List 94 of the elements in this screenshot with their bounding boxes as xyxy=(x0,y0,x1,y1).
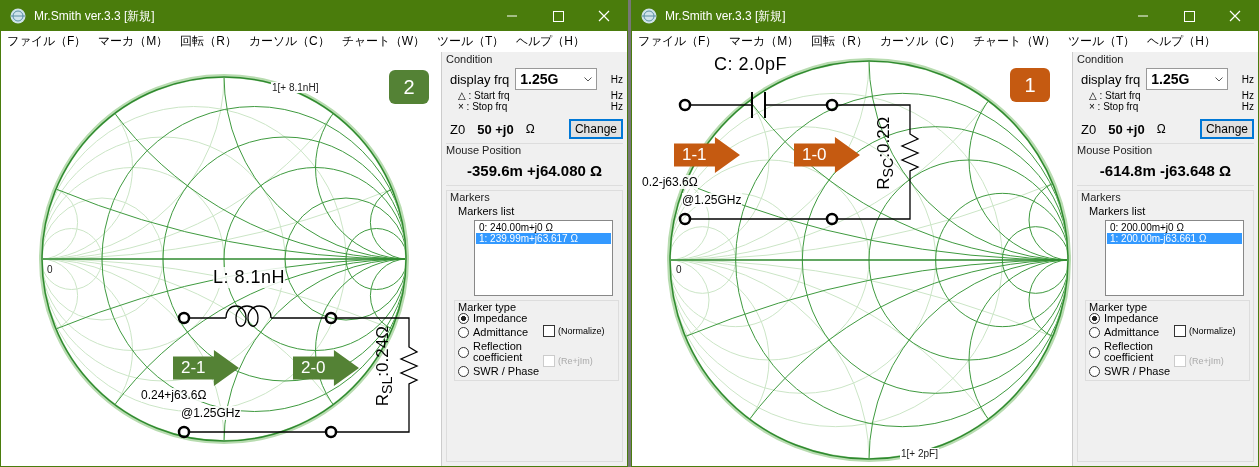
group-title: Markers xyxy=(450,191,491,203)
menu-item[interactable]: マーカ（M） xyxy=(98,33,169,50)
mouse-position-value: -359.6m +j64.080 Ω xyxy=(465,162,603,179)
radio-icon[interactable] xyxy=(1089,327,1100,338)
menu-item[interactable]: ツール（T） xyxy=(1068,33,1136,50)
field-label: display frq xyxy=(1080,71,1141,87)
list-label: Markers list xyxy=(457,205,516,217)
menu-item[interactable]: ファイル（F） xyxy=(638,33,718,50)
menu-item[interactable]: ファイル（F） xyxy=(7,33,87,50)
unit-label: Hz xyxy=(610,90,623,101)
marker-list-item[interactable]: 0: 200.00m+j0 Ω xyxy=(1107,222,1242,233)
menu-item[interactable]: マーカ（M） xyxy=(729,33,800,50)
globe-icon xyxy=(641,8,657,24)
unit-label: Hz xyxy=(610,73,623,85)
change-button[interactable]: Change xyxy=(568,119,623,139)
radio-option[interactable]: Impedance xyxy=(1089,313,1171,324)
frequency-label: @1.25GHz xyxy=(181,406,241,420)
unit-label: Hz xyxy=(1241,73,1254,85)
impedance-value: 50 +j0 xyxy=(477,121,514,137)
radio-icon[interactable] xyxy=(1089,313,1100,324)
unit-label: Hz xyxy=(610,101,623,112)
menu-item[interactable]: ヘルプ（H） xyxy=(516,33,586,50)
radio-option[interactable]: SWR / Phase xyxy=(1089,366,1171,377)
caret-icon xyxy=(584,76,593,82)
list-label: Markers list xyxy=(1088,205,1147,217)
frequency-dropdown[interactable]: 1.25G xyxy=(1146,68,1229,90)
menu-item[interactable]: チャート（W） xyxy=(341,33,425,50)
radio-option[interactable]: Reflection coefficient xyxy=(1089,341,1171,363)
origin-label: 0 xyxy=(675,264,683,275)
menu-item[interactable]: カーソル（C） xyxy=(880,33,961,50)
checkbox-icon[interactable] xyxy=(543,325,556,337)
group-title: Markers xyxy=(1081,191,1122,203)
group-title: Marker type xyxy=(458,301,517,313)
marker-label: 1[+ 8.1nH] xyxy=(271,82,320,93)
unit-label: Ω xyxy=(525,122,535,136)
globe-icon xyxy=(10,8,26,24)
radio-icon[interactable] xyxy=(458,366,469,377)
frequency-dropdown[interactable]: 1.25G xyxy=(515,68,598,90)
origin-label: 0 xyxy=(46,264,54,275)
radio-option[interactable]: Impedance xyxy=(458,313,540,324)
field-label: × : Stop frq xyxy=(1088,101,1139,112)
frequency-label: @1.25GHz xyxy=(682,193,742,207)
menu-item[interactable]: 回転（R） xyxy=(180,33,237,50)
field-label: △ : Start frq xyxy=(1088,90,1141,101)
menu-item[interactable]: チャート（W） xyxy=(972,33,1056,50)
radio-option[interactable]: SWR / Phase xyxy=(458,366,540,377)
markers-listbox[interactable]: 0: 200.00m+j0 Ω 1: 200.00m-j63.661 Ω xyxy=(1105,220,1244,296)
menu-item[interactable]: ツール（T） xyxy=(437,33,505,50)
radio-option[interactable]: Reflection coefficient xyxy=(458,341,540,363)
arrow-label: 1-0 xyxy=(794,137,860,173)
caret-icon xyxy=(1215,76,1224,82)
impedance-value: 50 +j0 xyxy=(1108,121,1145,137)
unit-label: Hz xyxy=(1241,90,1254,101)
impedance-label: 0.24+j63.6Ω xyxy=(141,388,207,402)
window-title: Mr.Smith ver.3.3 [新規] xyxy=(34,7,155,25)
group-title: Condition xyxy=(446,53,494,65)
group-title: Mouse Position xyxy=(446,144,523,156)
arrow-label: 2-1 xyxy=(173,350,239,386)
markers-listbox[interactable]: 0: 240.00m+j0 Ω 1: 239.99m+j63.617 Ω xyxy=(474,220,613,296)
change-button[interactable]: Change xyxy=(1199,119,1254,139)
field-label: Z0 xyxy=(1080,121,1097,137)
menu-item[interactable]: ヘルプ（H） xyxy=(1147,33,1217,50)
impedance-label: 0.2-j63.6Ω xyxy=(642,175,698,189)
radio-icon[interactable] xyxy=(458,346,469,358)
group-title: Marker type xyxy=(1089,301,1148,313)
field-label: △ : Start frq xyxy=(457,90,510,101)
unit-label: Hz xyxy=(1241,101,1254,112)
radio-icon[interactable] xyxy=(458,313,469,324)
window-title: Mr.Smith ver.3.3 [新規] xyxy=(665,7,786,25)
menu-item[interactable]: カーソル（C） xyxy=(249,33,330,50)
arrow-label: 2-0 xyxy=(293,350,359,386)
checkbox-option[interactable]: (Normalize) xyxy=(1174,325,1236,337)
group-title: Condition xyxy=(1077,53,1125,65)
mouse-position-value: -614.8m -j63.648 Ω xyxy=(1098,162,1233,179)
field-label: display frq xyxy=(449,71,510,87)
number-badge: 2 xyxy=(389,70,429,104)
marker-label: 1[+ 2pF] xyxy=(900,448,939,459)
number-badge: 1 xyxy=(1010,68,1050,102)
checkbox-icon[interactable] xyxy=(1174,325,1187,337)
component-label: L: 8.1nH xyxy=(213,267,286,288)
radio-option[interactable]: Admittance xyxy=(1089,327,1171,338)
group-title: Mouse Position xyxy=(1077,144,1154,156)
checkbox-option[interactable]: (Normalize) xyxy=(543,325,605,337)
marker-list-item[interactable]: 0: 240.00m+j0 Ω xyxy=(476,222,611,233)
unit-label: Ω xyxy=(1156,122,1166,136)
component-label: C: 2.0pF xyxy=(714,54,788,75)
radio-option[interactable]: Admittance xyxy=(458,327,540,338)
arrow-label: 1-1 xyxy=(674,137,740,173)
radio-icon[interactable] xyxy=(1089,366,1100,377)
field-label: × : Stop frq xyxy=(457,101,508,112)
radio-icon[interactable] xyxy=(458,327,469,338)
menu-item[interactable]: 回転（R） xyxy=(811,33,868,50)
field-label: Z0 xyxy=(449,121,466,137)
radio-icon[interactable] xyxy=(1089,346,1100,358)
